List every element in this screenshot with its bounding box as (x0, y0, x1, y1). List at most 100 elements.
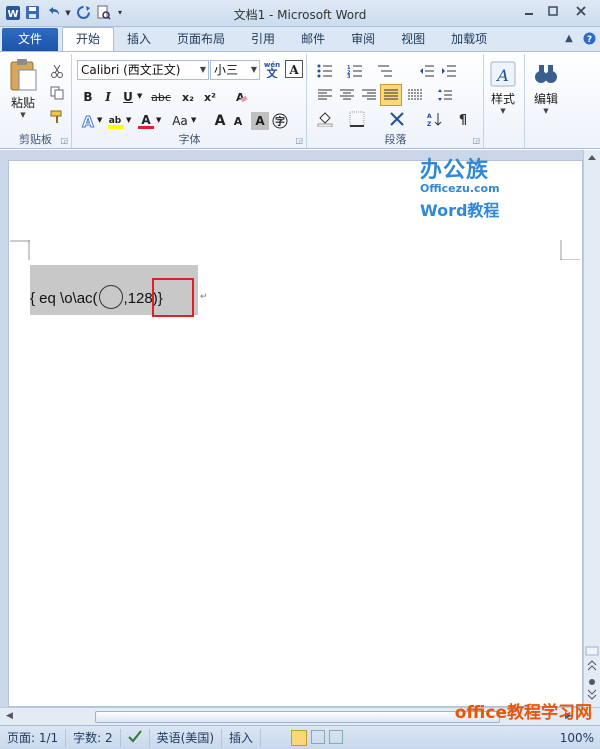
subscript-button[interactable]: x₂ (179, 88, 197, 106)
chevron-down-icon[interactable]: ▼ (543, 107, 548, 115)
tab-references[interactable]: 引用 (238, 27, 288, 51)
decrease-indent-button[interactable] (418, 62, 436, 80)
increase-indent-button[interactable] (440, 62, 458, 80)
chinese-layout-button[interactable] (388, 110, 406, 128)
text-effects-icon: A (82, 113, 95, 129)
dialog-launcher-icon[interactable]: ◲ (472, 136, 480, 145)
tab-file[interactable]: 文件 (2, 28, 58, 51)
status-language[interactable]: 英语(美国) (150, 728, 223, 747)
field-code[interactable]: { eq \o\ac(,128)} (30, 285, 163, 309)
chevron-down-icon[interactable]: ▼ (191, 116, 196, 124)
sort-icon: AZ (427, 113, 442, 127)
minimize-button[interactable] (518, 2, 540, 20)
font-color-icon: A (138, 113, 154, 129)
bold-button[interactable]: B (79, 88, 97, 106)
tab-review[interactable]: 审阅 (338, 27, 388, 51)
pilcrow-icon: ¶ (459, 113, 467, 127)
chevron-down-icon[interactable]: ▼ (20, 111, 25, 119)
help-icon[interactable]: ? (582, 31, 596, 45)
sort-button[interactable]: AZ (426, 110, 444, 128)
styles-group: A 样式 ▼ (485, 54, 525, 148)
font-size-combo[interactable]: 小三 ▼ (210, 60, 260, 80)
character-shading-button[interactable]: A (251, 112, 269, 130)
italic-button[interactable]: I (99, 88, 117, 106)
tab-mailings[interactable]: 邮件 (288, 27, 338, 51)
tab-page-layout[interactable]: 页面布局 (164, 27, 238, 51)
vertical-scrollbar[interactable] (583, 150, 600, 707)
tab-add-ins[interactable]: 加载项 (438, 27, 500, 51)
status-zoom[interactable]: 100% (560, 731, 600, 745)
window-title: 文档1 - Microsoft Word (233, 8, 367, 22)
tab-insert[interactable]: 插入 (114, 27, 164, 51)
grow-font-button[interactable]: A (211, 112, 229, 130)
proofing-icon[interactable] (121, 728, 150, 747)
editing-label: 编辑 (533, 92, 558, 106)
character-border-button[interactable]: A (285, 60, 303, 78)
tab-home[interactable]: 开始 (62, 27, 115, 51)
svg-text:¶: ¶ (459, 113, 467, 127)
maximize-button[interactable] (542, 2, 564, 20)
styles-button[interactable]: A 样式 ▼ (489, 60, 517, 115)
chevron-down-icon[interactable]: ▼ (500, 107, 505, 115)
enclosure-circle-icon (98, 285, 123, 309)
editing-button[interactable]: 编辑 ▼ (532, 60, 560, 115)
chinese-layout-icon (390, 112, 404, 126)
clear-formatting-button[interactable]: A (231, 88, 249, 106)
status-page[interactable]: 页面: 1/1 (0, 728, 67, 747)
margin-corner-top-left (10, 240, 30, 260)
chevron-down-icon[interactable]: ▼ (126, 116, 131, 124)
status-word-count[interactable]: 字数: 2 (66, 728, 121, 747)
superscript-button[interactable]: x² (201, 88, 219, 106)
distributed-icon (408, 89, 422, 100)
line-spacing-button[interactable] (436, 86, 454, 104)
phonetic-guide-button[interactable]: wén 文 (263, 60, 281, 78)
close-button[interactable] (566, 2, 596, 20)
cut-button[interactable] (48, 62, 66, 80)
bullets-button[interactable] (316, 62, 334, 80)
change-case-button[interactable]: Aa (169, 112, 191, 130)
document-page[interactable] (8, 160, 583, 707)
scroll-left-icon[interactable]: ◀ (6, 711, 13, 721)
dialog-launcher-icon[interactable]: ◲ (60, 136, 68, 145)
dialog-launcher-icon[interactable]: ◲ (295, 136, 303, 145)
ribbon: 粘贴 ▼ 剪贴板 ◲ Calibri (西文正文) ▼ 小三 ▼ wén文 A (0, 51, 600, 149)
justify-icon (384, 89, 398, 100)
underline-button[interactable]: U (119, 88, 137, 106)
enclose-characters-button[interactable]: 字 (271, 112, 289, 130)
multilevel-list-button[interactable] (376, 62, 394, 80)
shrink-font-button[interactable]: A (229, 112, 247, 130)
copy-button[interactable] (48, 84, 66, 102)
align-center-button[interactable] (338, 86, 356, 104)
distributed-button[interactable] (406, 86, 424, 104)
paste-icon (10, 59, 37, 91)
paste-button[interactable]: 粘贴 ▼ (8, 58, 38, 119)
tab-view[interactable]: 视图 (388, 27, 438, 51)
full-screen-view-icon[interactable] (311, 729, 326, 744)
chevron-down-icon[interactable]: ▼ (200, 61, 206, 79)
strikethrough-button[interactable]: abc (147, 88, 175, 106)
chevron-down-icon[interactable]: ▼ (137, 92, 142, 100)
font-family-combo[interactable]: Calibri (西文正文) ▼ (77, 60, 209, 80)
enclose-characters-icon: 字 (272, 113, 288, 129)
font-color-button[interactable]: A (137, 112, 155, 130)
text-effects-button[interactable]: A (79, 112, 97, 130)
align-left-button[interactable] (316, 86, 334, 104)
title-bar: W ▼ ▾ 文档1 - Microsoft Word (0, 0, 600, 27)
format-painter-button[interactable] (48, 108, 66, 126)
web-layout-view-icon[interactable] (329, 729, 344, 744)
show-marks-button[interactable]: ¶ (454, 110, 472, 128)
highlight-color-button[interactable]: ab (107, 112, 125, 130)
status-insert-mode[interactable]: 插入 (222, 728, 262, 747)
collapse-ribbon-icon[interactable]: ▲ (562, 31, 576, 45)
align-right-button[interactable] (360, 86, 378, 104)
shading-button[interactable] (316, 110, 334, 128)
print-layout-view-icon[interactable] (291, 729, 308, 746)
borders-button[interactable] (348, 110, 366, 128)
chevron-down-icon[interactable]: ▼ (251, 61, 257, 79)
numbering-button[interactable]: 123 (346, 62, 364, 80)
chevron-down-icon[interactable]: ▼ (97, 116, 102, 124)
justify-button[interactable] (380, 84, 402, 106)
vertical-scroll-track (585, 155, 599, 700)
horizontal-scroll-thumb[interactable] (95, 711, 500, 723)
chevron-down-icon[interactable]: ▼ (156, 116, 161, 124)
